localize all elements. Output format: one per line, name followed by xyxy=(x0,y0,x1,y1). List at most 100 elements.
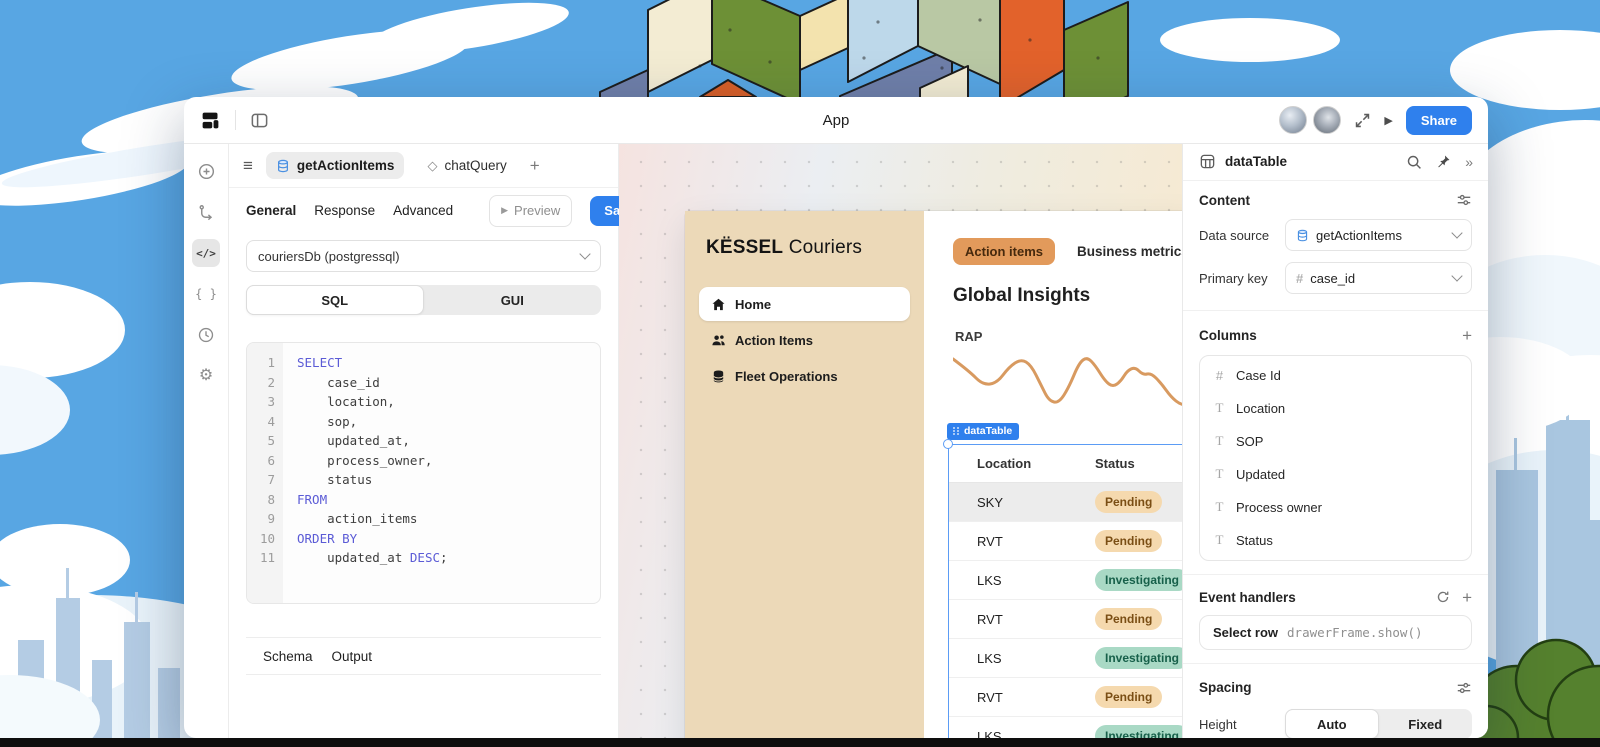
add-circle-icon[interactable] xyxy=(192,157,220,185)
line-number: 2 xyxy=(267,374,275,390)
app-main-content: Action items Business metrics Global Ins… xyxy=(924,211,1182,738)
add-query-button[interactable]: + xyxy=(530,157,540,174)
resource-select[interactable]: couriersDb (postgressql) xyxy=(246,240,601,272)
code-line: status xyxy=(297,470,448,490)
line-number: 1 xyxy=(267,355,275,370)
query-tab-getactionitems[interactable]: getActionItems xyxy=(265,152,405,179)
column-list-item[interactable]: T SOP xyxy=(1200,425,1471,458)
cell-status: Investigating xyxy=(1095,647,1182,669)
cell-location: LKS xyxy=(977,572,1002,588)
primary-key-label: Primary key xyxy=(1199,270,1268,286)
widget-tag-label: dataTable xyxy=(964,425,1013,437)
nav-label: Home xyxy=(735,296,772,312)
cell-location: RVT xyxy=(977,689,1003,705)
share-button[interactable]: Share xyxy=(1405,105,1472,135)
cell-location: RVT xyxy=(977,611,1003,627)
section-label: Columns xyxy=(1199,328,1257,343)
workflow-icon[interactable] xyxy=(192,198,220,226)
nav-item-action-items[interactable]: Action Items xyxy=(699,323,910,357)
sql-text: updated_at, xyxy=(297,433,410,448)
expand-icon[interactable] xyxy=(1354,112,1371,129)
event-handler-row[interactable]: Select row drawerFrame.show() xyxy=(1199,614,1472,650)
column-header-location[interactable]: Location xyxy=(949,456,1095,471)
table-row[interactable]: RVT Pending xyxy=(949,600,1182,639)
column-list-label: SOP xyxy=(1236,433,1264,449)
data-table[interactable]: Location Status SKY Pending RVT Pending LKS I… xyxy=(948,444,1182,738)
inspector-header: dataTable » xyxy=(1183,144,1488,181)
state-braces-icon[interactable]: { } xyxy=(192,280,220,308)
settings-gear-icon[interactable]: ⚙ xyxy=(192,362,220,390)
tab-schema[interactable]: Schema xyxy=(263,649,313,664)
table-header-row: Location Status xyxy=(949,445,1182,483)
table-row[interactable]: RVT Pending xyxy=(949,678,1182,717)
column-list-label: Updated xyxy=(1236,466,1286,482)
preview-button[interactable]: ▶ Preview xyxy=(489,194,573,227)
code-line: FROM xyxy=(297,490,448,510)
primary-key-value: case_id xyxy=(1310,270,1356,286)
avatar[interactable] xyxy=(1279,106,1308,134)
app-tabs: Action items Business metrics xyxy=(953,238,1182,265)
column-list-item[interactable]: # Case Id xyxy=(1200,359,1471,392)
column-list-item[interactable]: T Updated xyxy=(1200,458,1471,491)
column-list-item[interactable]: T Status xyxy=(1200,524,1471,557)
query-list-menu-icon[interactable]: ≡ xyxy=(243,156,253,176)
height-auto-option[interactable]: Auto xyxy=(1285,709,1379,738)
panel-toggle-icon[interactable] xyxy=(250,111,269,130)
column-list-item[interactable]: T Location xyxy=(1200,392,1471,425)
sql-code-editor[interactable]: 1 2 3 4 5 6 7 8 9 10 11 SELECT case_id location, s… xyxy=(246,342,601,604)
pin-icon[interactable] xyxy=(1436,154,1451,169)
avatar[interactable] xyxy=(1313,106,1342,134)
widget-name-tag[interactable]: dataTable xyxy=(947,423,1020,440)
text-type-icon: T xyxy=(1215,466,1224,482)
refresh-icon[interactable] xyxy=(1436,590,1450,604)
database-icon xyxy=(713,370,724,382)
code-editor-icon[interactable]: </> xyxy=(192,239,220,267)
tab-advanced[interactable]: Advanced xyxy=(393,203,453,218)
toggle-sql[interactable]: SQL xyxy=(246,285,424,315)
datatable-widget[interactable]: dataTable Location Status SKY Pending RVT P… xyxy=(943,423,1182,738)
table-row[interactable]: LKS Investigating xyxy=(949,717,1182,738)
code-line: SELECT xyxy=(297,353,448,373)
section-divider xyxy=(1183,662,1488,664)
chevron-down-icon xyxy=(579,248,591,260)
add-event-handler-button[interactable]: + xyxy=(1462,589,1472,606)
window-titlebar: App ▶ Share xyxy=(184,97,1488,144)
data-source-select[interactable]: getActionItems xyxy=(1285,219,1472,252)
table-row[interactable]: SKY Pending xyxy=(949,483,1182,522)
add-column-button[interactable]: + xyxy=(1462,327,1472,344)
sliders-icon[interactable] xyxy=(1456,680,1472,696)
tab-action-items[interactable]: Action items xyxy=(953,238,1056,265)
selection-handle[interactable] xyxy=(943,439,953,449)
query-tab-chatquery[interactable]: ◇ chatQuery xyxy=(417,152,516,180)
sliders-icon[interactable] xyxy=(1456,192,1472,208)
column-header-status[interactable]: Status xyxy=(1095,456,1182,471)
table-row[interactable]: RVT Pending xyxy=(949,522,1182,561)
tab-general[interactable]: General xyxy=(246,203,296,218)
collapse-panel-icon[interactable]: » xyxy=(1465,154,1473,170)
primary-key-select[interactable]: # case_id xyxy=(1285,262,1472,295)
query-toolbar: General Response Advanced ▶ Preview Save xyxy=(229,188,649,233)
height-fixed-option[interactable]: Fixed xyxy=(1379,709,1473,738)
nav-item-home[interactable]: Home xyxy=(699,287,910,321)
toggle-gui[interactable]: GUI xyxy=(424,285,602,315)
run-play-icon[interactable]: ▶ xyxy=(1384,114,1392,127)
sql-gui-toggle: SQL GUI xyxy=(246,285,601,315)
retool-logo-icon[interactable] xyxy=(200,110,221,131)
text-type-icon: T xyxy=(1215,532,1224,548)
column-list-item[interactable]: T Process owner xyxy=(1200,491,1471,524)
code-lines: SELECT case_id location, sop, updated_at… xyxy=(283,343,448,603)
tab-business-metrics[interactable]: Business metrics xyxy=(1077,244,1182,259)
column-list-label: Process owner xyxy=(1236,499,1322,515)
nav-item-fleet-operations[interactable]: Fleet Operations xyxy=(699,359,910,393)
table-row[interactable]: LKS Investigating xyxy=(949,639,1182,678)
query-tab-label: getActionItems xyxy=(296,158,395,173)
app-preview: KËSSEL Couriers Home Action Items Fleet … xyxy=(685,211,1182,738)
tab-response[interactable]: Response xyxy=(314,203,375,218)
editor-canvas[interactable]: KËSSEL Couriers Home Action Items Fleet … xyxy=(619,144,1182,738)
table-row[interactable]: LKS Investigating xyxy=(949,561,1182,600)
section-divider xyxy=(1183,573,1488,575)
history-clock-icon[interactable] xyxy=(192,321,220,349)
tab-output[interactable]: Output xyxy=(332,649,373,664)
search-icon[interactable] xyxy=(1406,154,1422,170)
cell-status: Investigating xyxy=(1095,569,1182,591)
